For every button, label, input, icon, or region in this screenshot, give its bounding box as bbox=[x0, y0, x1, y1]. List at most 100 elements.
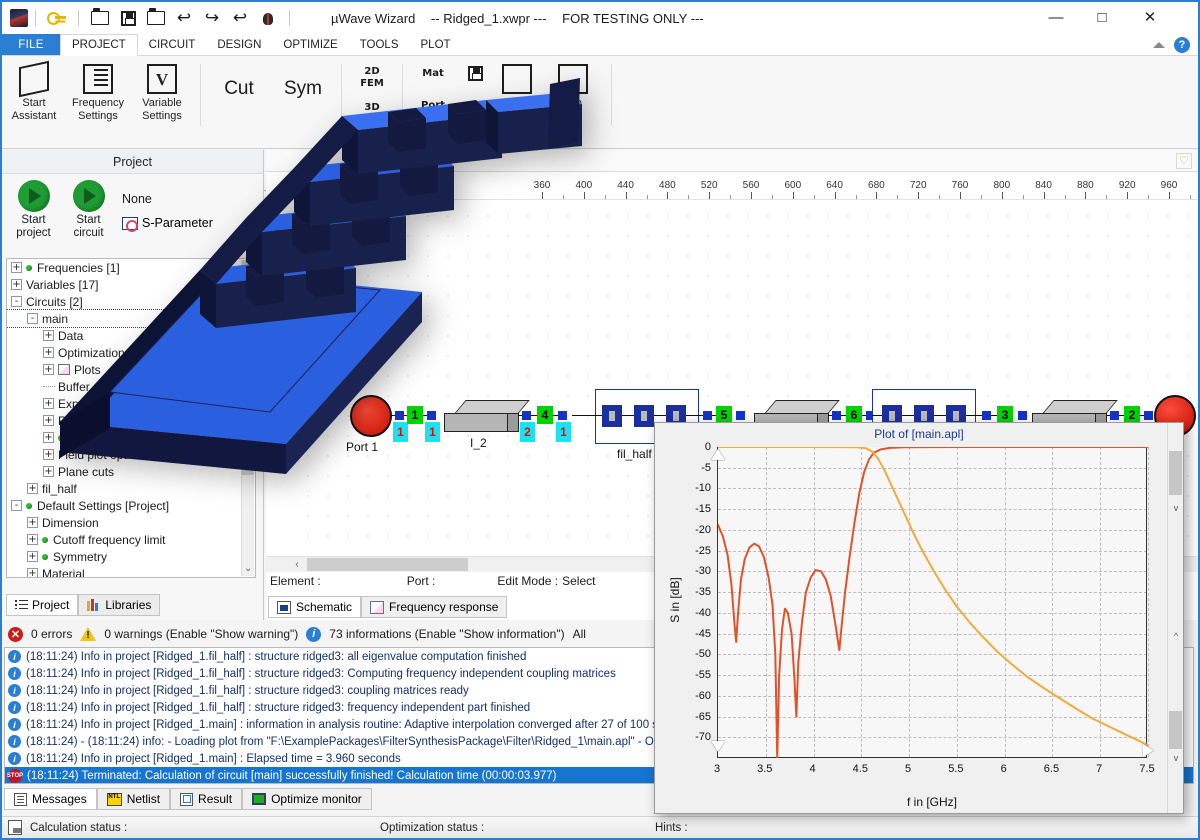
expand-icon[interactable]: + bbox=[27, 534, 38, 545]
project-tree-scrollbar[interactable]: ⌄ bbox=[241, 260, 254, 576]
collapse-icon[interactable]: - bbox=[11, 500, 22, 511]
scroll-left-button[interactable]: ‹ bbox=[288, 557, 306, 572]
frequency-settings-button[interactable]: Frequency Settings bbox=[66, 60, 130, 123]
tree-item[interactable]: +Symmetry bbox=[7, 548, 255, 565]
expand-icon[interactable]: + bbox=[27, 568, 38, 578]
tab-tools[interactable]: TOOLS bbox=[349, 34, 410, 55]
expand-icon[interactable]: + bbox=[43, 398, 54, 409]
tab-schematic-view[interactable]: Schematic bbox=[268, 596, 361, 618]
tree-item[interactable]: +Radiation bbox=[7, 412, 255, 429]
start-project-button[interactable]: Start project bbox=[6, 180, 61, 240]
port-button[interactable]: Port bbox=[421, 100, 445, 112]
tree-item[interactable]: +Material bbox=[7, 565, 255, 578]
open-folder-icon[interactable] bbox=[88, 6, 112, 30]
tree-item[interactable]: +Variables [17] bbox=[7, 276, 255, 293]
expand-icon[interactable]: + bbox=[11, 262, 22, 273]
tree-item[interactable]: Buffer status bbox=[7, 378, 255, 395]
warnings-label[interactable]: 0 warnings (Enable "Show warning") bbox=[104, 627, 298, 641]
plot-scrollbar[interactable]: v ^ v bbox=[1167, 423, 1183, 813]
tab-file[interactable]: FILE bbox=[2, 34, 60, 55]
expand-icon[interactable]: + bbox=[11, 279, 22, 290]
close-button[interactable]: ✕ bbox=[1127, 2, 1173, 32]
tree-item[interactable]: -Default Settings [Project] bbox=[7, 497, 255, 514]
pin[interactable] bbox=[736, 411, 745, 420]
tab-result[interactable]: Result bbox=[170, 788, 242, 810]
tab-project[interactable]: PROJECT bbox=[60, 34, 138, 56]
axis-arrow-marker[interactable] bbox=[711, 449, 725, 460]
pin[interactable] bbox=[703, 411, 712, 420]
collapse-icon[interactable]: - bbox=[27, 313, 38, 324]
variable-settings-button[interactable]: V Variable Settings bbox=[130, 60, 194, 123]
chevron-down-icon[interactable]: ⌄ bbox=[244, 563, 252, 574]
informations-label[interactable]: 73 informations (Enable "Show informatio… bbox=[329, 627, 564, 641]
expand-icon[interactable]: + bbox=[27, 517, 38, 528]
scrollbar-thumb[interactable] bbox=[1169, 451, 1182, 495]
pin[interactable] bbox=[395, 411, 404, 420]
fem-3d-button[interactable]: 3DFEM bbox=[360, 102, 384, 126]
sparameter-item[interactable]: S-Parameter bbox=[122, 216, 259, 230]
tab-plot[interactable]: PLOT bbox=[410, 34, 462, 55]
tree-item[interactable]: +Data bbox=[7, 327, 255, 344]
pin[interactable] bbox=[558, 411, 567, 420]
expand-icon[interactable]: + bbox=[27, 483, 38, 494]
key-icon[interactable] bbox=[45, 6, 69, 30]
start-assistant-button[interactable]: Start Assistant bbox=[2, 60, 66, 123]
tree-item[interactable]: +Optimization bbox=[7, 344, 255, 361]
delete-button[interactable]: lete bbox=[541, 60, 605, 110]
mat-button[interactable]: Mat bbox=[422, 68, 443, 80]
pin[interactable] bbox=[982, 411, 991, 420]
tab-circuit[interactable]: CIRCUIT bbox=[138, 34, 207, 55]
pin[interactable] bbox=[1110, 411, 1119, 420]
axis-arrow-marker[interactable] bbox=[711, 741, 725, 752]
tab-messages[interactable]: Messages bbox=[4, 788, 97, 810]
folder-icon[interactable] bbox=[144, 6, 168, 30]
chevron-up-icon[interactable]: ^ bbox=[1170, 631, 1182, 643]
scrollbar-thumb[interactable] bbox=[1169, 711, 1182, 749]
tree-item[interactable]: +Field plot options bbox=[7, 446, 255, 463]
tree-item[interactable]: +Dimension bbox=[7, 514, 255, 531]
pin[interactable] bbox=[832, 411, 841, 420]
chevron-down-icon[interactable]: v bbox=[1170, 503, 1182, 515]
port-1-symbol[interactable] bbox=[350, 395, 392, 437]
start-circuit-button[interactable]: Start circuit bbox=[61, 180, 116, 240]
favorite-icon[interactable]: ♡ bbox=[1176, 153, 1192, 169]
tab-frequency-response[interactable]: Frequency response bbox=[361, 596, 507, 618]
expand-icon[interactable]: + bbox=[43, 330, 54, 341]
bug-icon[interactable] bbox=[256, 6, 280, 30]
cut-button[interactable]: Cut bbox=[207, 60, 271, 95]
tab-libraries[interactable]: Libraries bbox=[78, 594, 160, 616]
expand-icon[interactable]: + bbox=[43, 432, 54, 443]
tree-item[interactable]: +Frequencies [1] bbox=[7, 259, 255, 276]
axis-arrow-marker[interactable] bbox=[1143, 744, 1154, 758]
pin[interactable] bbox=[1144, 411, 1153, 420]
expand-icon[interactable]: + bbox=[43, 466, 54, 477]
tab-project-tree[interactable]: Project bbox=[6, 594, 78, 616]
chevron-up-icon[interactable] bbox=[1153, 42, 1165, 48]
expand-icon[interactable]: + bbox=[43, 347, 54, 358]
redo-arrow-icon[interactable]: ↪ bbox=[200, 6, 224, 30]
save-material-button[interactable] bbox=[457, 60, 493, 81]
expand-icon[interactable]: + bbox=[43, 415, 54, 426]
tree-item[interactable]: +Cutoff frequency limit bbox=[7, 531, 255, 548]
tab-design[interactable]: DESIGN bbox=[206, 34, 272, 55]
project-tree[interactable]: +Frequencies [1]+Variables [17]-Circuits… bbox=[6, 258, 256, 578]
tree-item[interactable]: +Export = none bbox=[7, 395, 255, 412]
chevron-down-icon[interactable]: v bbox=[1170, 753, 1182, 765]
undo-list-icon[interactable]: ↩ bbox=[228, 6, 252, 30]
expand-icon[interactable]: + bbox=[43, 449, 54, 460]
tree-item[interactable]: -main bbox=[7, 310, 255, 327]
save-disk-icon[interactable] bbox=[116, 6, 140, 30]
tree-item[interactable]: -Circuits [2] bbox=[7, 293, 255, 310]
tree-item[interactable]: +fil_half bbox=[7, 480, 255, 497]
help-icon[interactable]: ? bbox=[1174, 37, 1190, 53]
scrollbar-thumb[interactable] bbox=[242, 260, 254, 475]
tree-item[interactable]: +Plots bbox=[7, 361, 255, 378]
tree-item[interactable]: +Plane cuts bbox=[7, 463, 255, 480]
fem-2d-button[interactable]: 2DFEM bbox=[360, 66, 384, 90]
minimize-button[interactable]: — bbox=[1033, 2, 1079, 32]
plot-axes[interactable] bbox=[717, 447, 1147, 758]
expand-icon[interactable]: + bbox=[27, 551, 38, 562]
pin[interactable] bbox=[427, 411, 436, 420]
pin[interactable] bbox=[1018, 411, 1027, 420]
tab-netlist[interactable]: NTL Netlist bbox=[97, 788, 170, 810]
